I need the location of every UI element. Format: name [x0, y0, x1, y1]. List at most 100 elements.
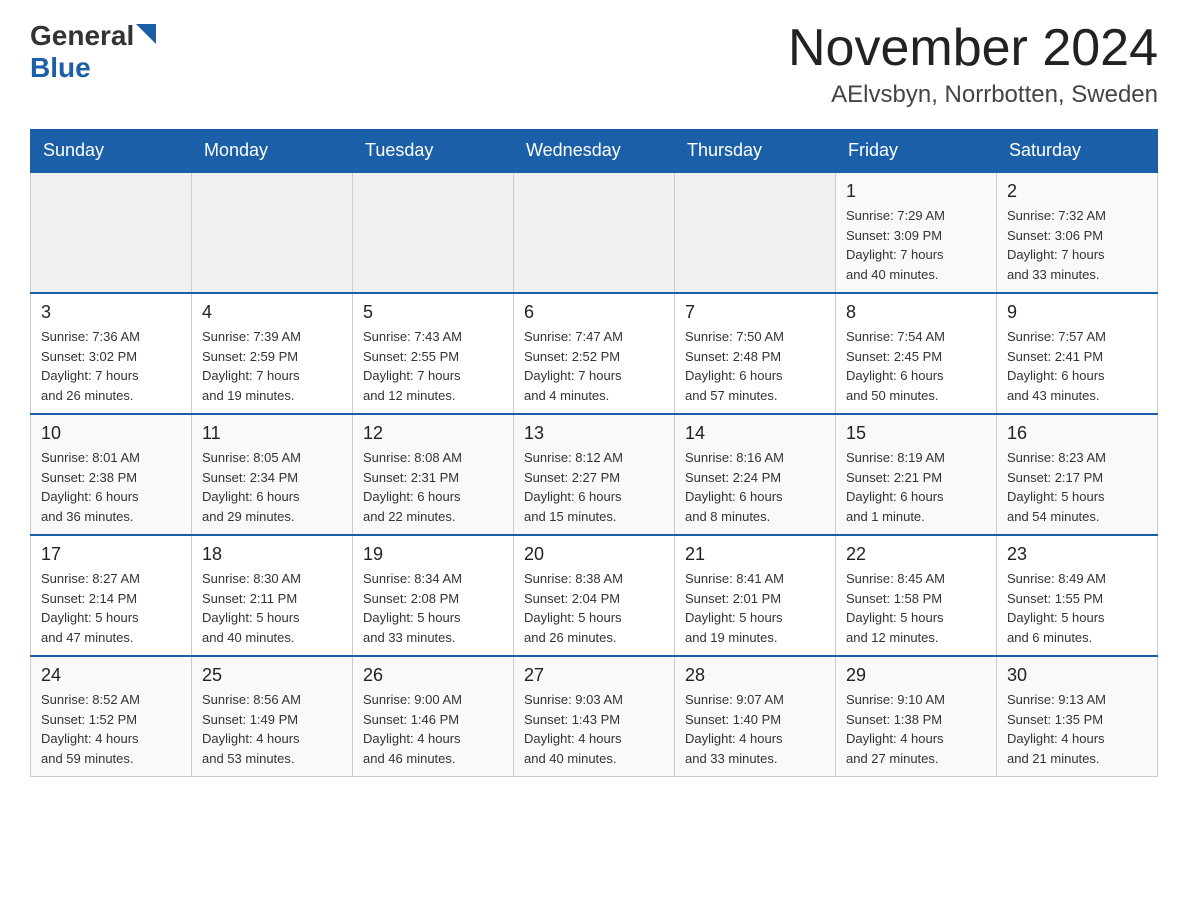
- table-cell: 16Sunrise: 8:23 AM Sunset: 2:17 PM Dayli…: [997, 414, 1158, 535]
- week-row-3: 17Sunrise: 8:27 AM Sunset: 2:14 PM Dayli…: [31, 535, 1158, 656]
- table-cell: 24 Sunrise: 8:52 AM Sunset: 1:52 PM Dayli…: [31, 656, 192, 777]
- table-cell: 5 Sunrise: 7:43 AM Sunset: 2:55 PM Daylig…: [353, 293, 514, 414]
- day-info: Sunrise: 9:13 AM Sunset: 1:35 PM Dayligh…: [1007, 690, 1147, 768]
- day-info: Sunrise: 7:39 AM Sunset: 2:59 PM Dayligh…: [202, 327, 342, 405]
- table-cell: 21 Sunrise: 8:41 AM Sunset: 2:01 PM Dayli…: [675, 535, 836, 656]
- day-info: Sunrise: 8:49 AM Sunset: 1:55 PM Dayligh…: [1007, 569, 1147, 647]
- day-number: 22: [846, 544, 986, 565]
- day-info: Sunrise: 8:41 AM Sunset: 2:01 PM Dayligh…: [685, 569, 825, 647]
- day-number: 5: [363, 302, 503, 323]
- day-number: 25: [202, 665, 342, 686]
- month-title: November 2024: [788, 20, 1158, 77]
- week-row-0: 1 Sunrise: 7:29 AM Sunset: 3:09 PM Daylig…: [31, 172, 1158, 293]
- table-cell: 10Sunrise: 8:01 AM Sunset: 2:38 PM Dayli…: [31, 414, 192, 535]
- day-number: 29: [846, 665, 986, 686]
- day-info: Sunrise: 8:38 AM Sunset: 2:04 PM Dayligh…: [524, 569, 664, 647]
- table-cell: 28Sunrise: 9:07 AM Sunset: 1:40 PM Dayli…: [675, 656, 836, 777]
- day-number: 24: [41, 665, 181, 686]
- table-cell: 22 Sunrise: 8:45 AM Sunset: 1:58 PM Dayli…: [836, 535, 997, 656]
- table-cell: 3 Sunrise: 7:36 AM Sunset: 3:02 PM Daylig…: [31, 293, 192, 414]
- day-number: 23: [1007, 544, 1147, 565]
- day-info: Sunrise: 7:29 AM Sunset: 3:09 PM Dayligh…: [846, 206, 986, 284]
- table-cell: 14 Sunrise: 8:16 AM Sunset: 2:24 PM Dayli…: [675, 414, 836, 535]
- day-number: 19: [363, 544, 503, 565]
- week-row-2: 10Sunrise: 8:01 AM Sunset: 2:38 PM Dayli…: [31, 414, 1158, 535]
- logo-triangle-icon: [136, 24, 156, 44]
- logo-blue-text: Blue: [30, 54, 156, 82]
- table-cell: [192, 172, 353, 293]
- table-cell: 7Sunrise: 7:50 AM Sunset: 2:48 PM Daylig…: [675, 293, 836, 414]
- day-number: 26: [363, 665, 503, 686]
- day-number: 1: [846, 181, 986, 202]
- header-wednesday: Wednesday: [514, 130, 675, 173]
- day-info: Sunrise: 7:43 AM Sunset: 2:55 PM Dayligh…: [363, 327, 503, 405]
- day-number: 9: [1007, 302, 1147, 323]
- day-number: 13: [524, 423, 664, 444]
- day-info: Sunrise: 8:34 AM Sunset: 2:08 PM Dayligh…: [363, 569, 503, 647]
- table-cell: 27 Sunrise: 9:03 AM Sunset: 1:43 PM Dayli…: [514, 656, 675, 777]
- day-info: Sunrise: 9:10 AM Sunset: 1:38 PM Dayligh…: [846, 690, 986, 768]
- table-cell: 17Sunrise: 8:27 AM Sunset: 2:14 PM Dayli…: [31, 535, 192, 656]
- header-friday: Friday: [836, 130, 997, 173]
- header-sunday: Sunday: [31, 130, 192, 173]
- week-row-1: 3 Sunrise: 7:36 AM Sunset: 3:02 PM Daylig…: [31, 293, 1158, 414]
- day-info: Sunrise: 8:16 AM Sunset: 2:24 PM Dayligh…: [685, 448, 825, 526]
- day-number: 12: [363, 423, 503, 444]
- day-number: 10: [41, 423, 181, 444]
- day-info: Sunrise: 8:05 AM Sunset: 2:34 PM Dayligh…: [202, 448, 342, 526]
- table-cell: 12 Sunrise: 8:08 AM Sunset: 2:31 PM Dayli…: [353, 414, 514, 535]
- day-number: 28: [685, 665, 825, 686]
- table-cell: 20Sunrise: 8:38 AM Sunset: 2:04 PM Dayli…: [514, 535, 675, 656]
- day-number: 30: [1007, 665, 1147, 686]
- day-number: 11: [202, 423, 342, 444]
- table-cell: [514, 172, 675, 293]
- header-thursday: Thursday: [675, 130, 836, 173]
- day-info: Sunrise: 9:03 AM Sunset: 1:43 PM Dayligh…: [524, 690, 664, 768]
- day-number: 21: [685, 544, 825, 565]
- day-info: Sunrise: 7:57 AM Sunset: 2:41 PM Dayligh…: [1007, 327, 1147, 405]
- table-cell: 1 Sunrise: 7:29 AM Sunset: 3:09 PM Daylig…: [836, 172, 997, 293]
- title-area: November 2024 AElvsbyn, Norrbotten, Swed…: [788, 20, 1158, 109]
- table-cell: 4 Sunrise: 7:39 AM Sunset: 2:59 PM Daylig…: [192, 293, 353, 414]
- day-info: Sunrise: 8:30 AM Sunset: 2:11 PM Dayligh…: [202, 569, 342, 647]
- weekday-header-row: Sunday Monday Tuesday Wednesday Thursday…: [31, 130, 1158, 173]
- table-cell: 15 Sunrise: 8:19 AM Sunset: 2:21 PM Dayli…: [836, 414, 997, 535]
- table-cell: 26 Sunrise: 9:00 AM Sunset: 1:46 PM Dayli…: [353, 656, 514, 777]
- table-cell: 2Sunrise: 7:32 AM Sunset: 3:06 PM Daylig…: [997, 172, 1158, 293]
- day-info: Sunrise: 8:08 AM Sunset: 2:31 PM Dayligh…: [363, 448, 503, 526]
- day-info: Sunrise: 8:56 AM Sunset: 1:49 PM Dayligh…: [202, 690, 342, 768]
- table-cell: [675, 172, 836, 293]
- day-number: 14: [685, 423, 825, 444]
- table-cell: 30 Sunrise: 9:13 AM Sunset: 1:35 PM Dayli…: [997, 656, 1158, 777]
- header-tuesday: Tuesday: [353, 130, 514, 173]
- header-monday: Monday: [192, 130, 353, 173]
- logo-general-text: General: [30, 20, 134, 52]
- day-info: Sunrise: 7:50 AM Sunset: 2:48 PM Dayligh…: [685, 327, 825, 405]
- day-number: 27: [524, 665, 664, 686]
- table-cell: [353, 172, 514, 293]
- table-cell: 8Sunrise: 7:54 AM Sunset: 2:45 PM Daylig…: [836, 293, 997, 414]
- day-number: 16: [1007, 423, 1147, 444]
- day-info: Sunrise: 8:52 AM Sunset: 1:52 PM Dayligh…: [41, 690, 181, 768]
- week-row-4: 24 Sunrise: 8:52 AM Sunset: 1:52 PM Dayli…: [31, 656, 1158, 777]
- day-number: 2: [1007, 181, 1147, 202]
- table-cell: 18 Sunrise: 8:30 AM Sunset: 2:11 PM Dayli…: [192, 535, 353, 656]
- day-info: Sunrise: 9:00 AM Sunset: 1:46 PM Dayligh…: [363, 690, 503, 768]
- header-saturday: Saturday: [997, 130, 1158, 173]
- day-info: Sunrise: 8:19 AM Sunset: 2:21 PM Dayligh…: [846, 448, 986, 526]
- day-number: 4: [202, 302, 342, 323]
- day-number: 3: [41, 302, 181, 323]
- day-number: 8: [846, 302, 986, 323]
- day-number: 17: [41, 544, 181, 565]
- table-cell: 19 Sunrise: 8:34 AM Sunset: 2:08 PM Dayli…: [353, 535, 514, 656]
- day-number: 18: [202, 544, 342, 565]
- table-cell: [31, 172, 192, 293]
- day-info: Sunrise: 8:12 AM Sunset: 2:27 PM Dayligh…: [524, 448, 664, 526]
- day-info: Sunrise: 8:45 AM Sunset: 1:58 PM Dayligh…: [846, 569, 986, 647]
- table-cell: 25 Sunrise: 8:56 AM Sunset: 1:49 PM Dayli…: [192, 656, 353, 777]
- location-title: AElvsbyn, Norrbotten, Sweden: [788, 81, 1158, 109]
- table-cell: 29 Sunrise: 9:10 AM Sunset: 1:38 PM Dayli…: [836, 656, 997, 777]
- calendar-table: Sunday Monday Tuesday Wednesday Thursday…: [30, 129, 1158, 777]
- day-number: 15: [846, 423, 986, 444]
- day-info: Sunrise: 7:36 AM Sunset: 3:02 PM Dayligh…: [41, 327, 181, 405]
